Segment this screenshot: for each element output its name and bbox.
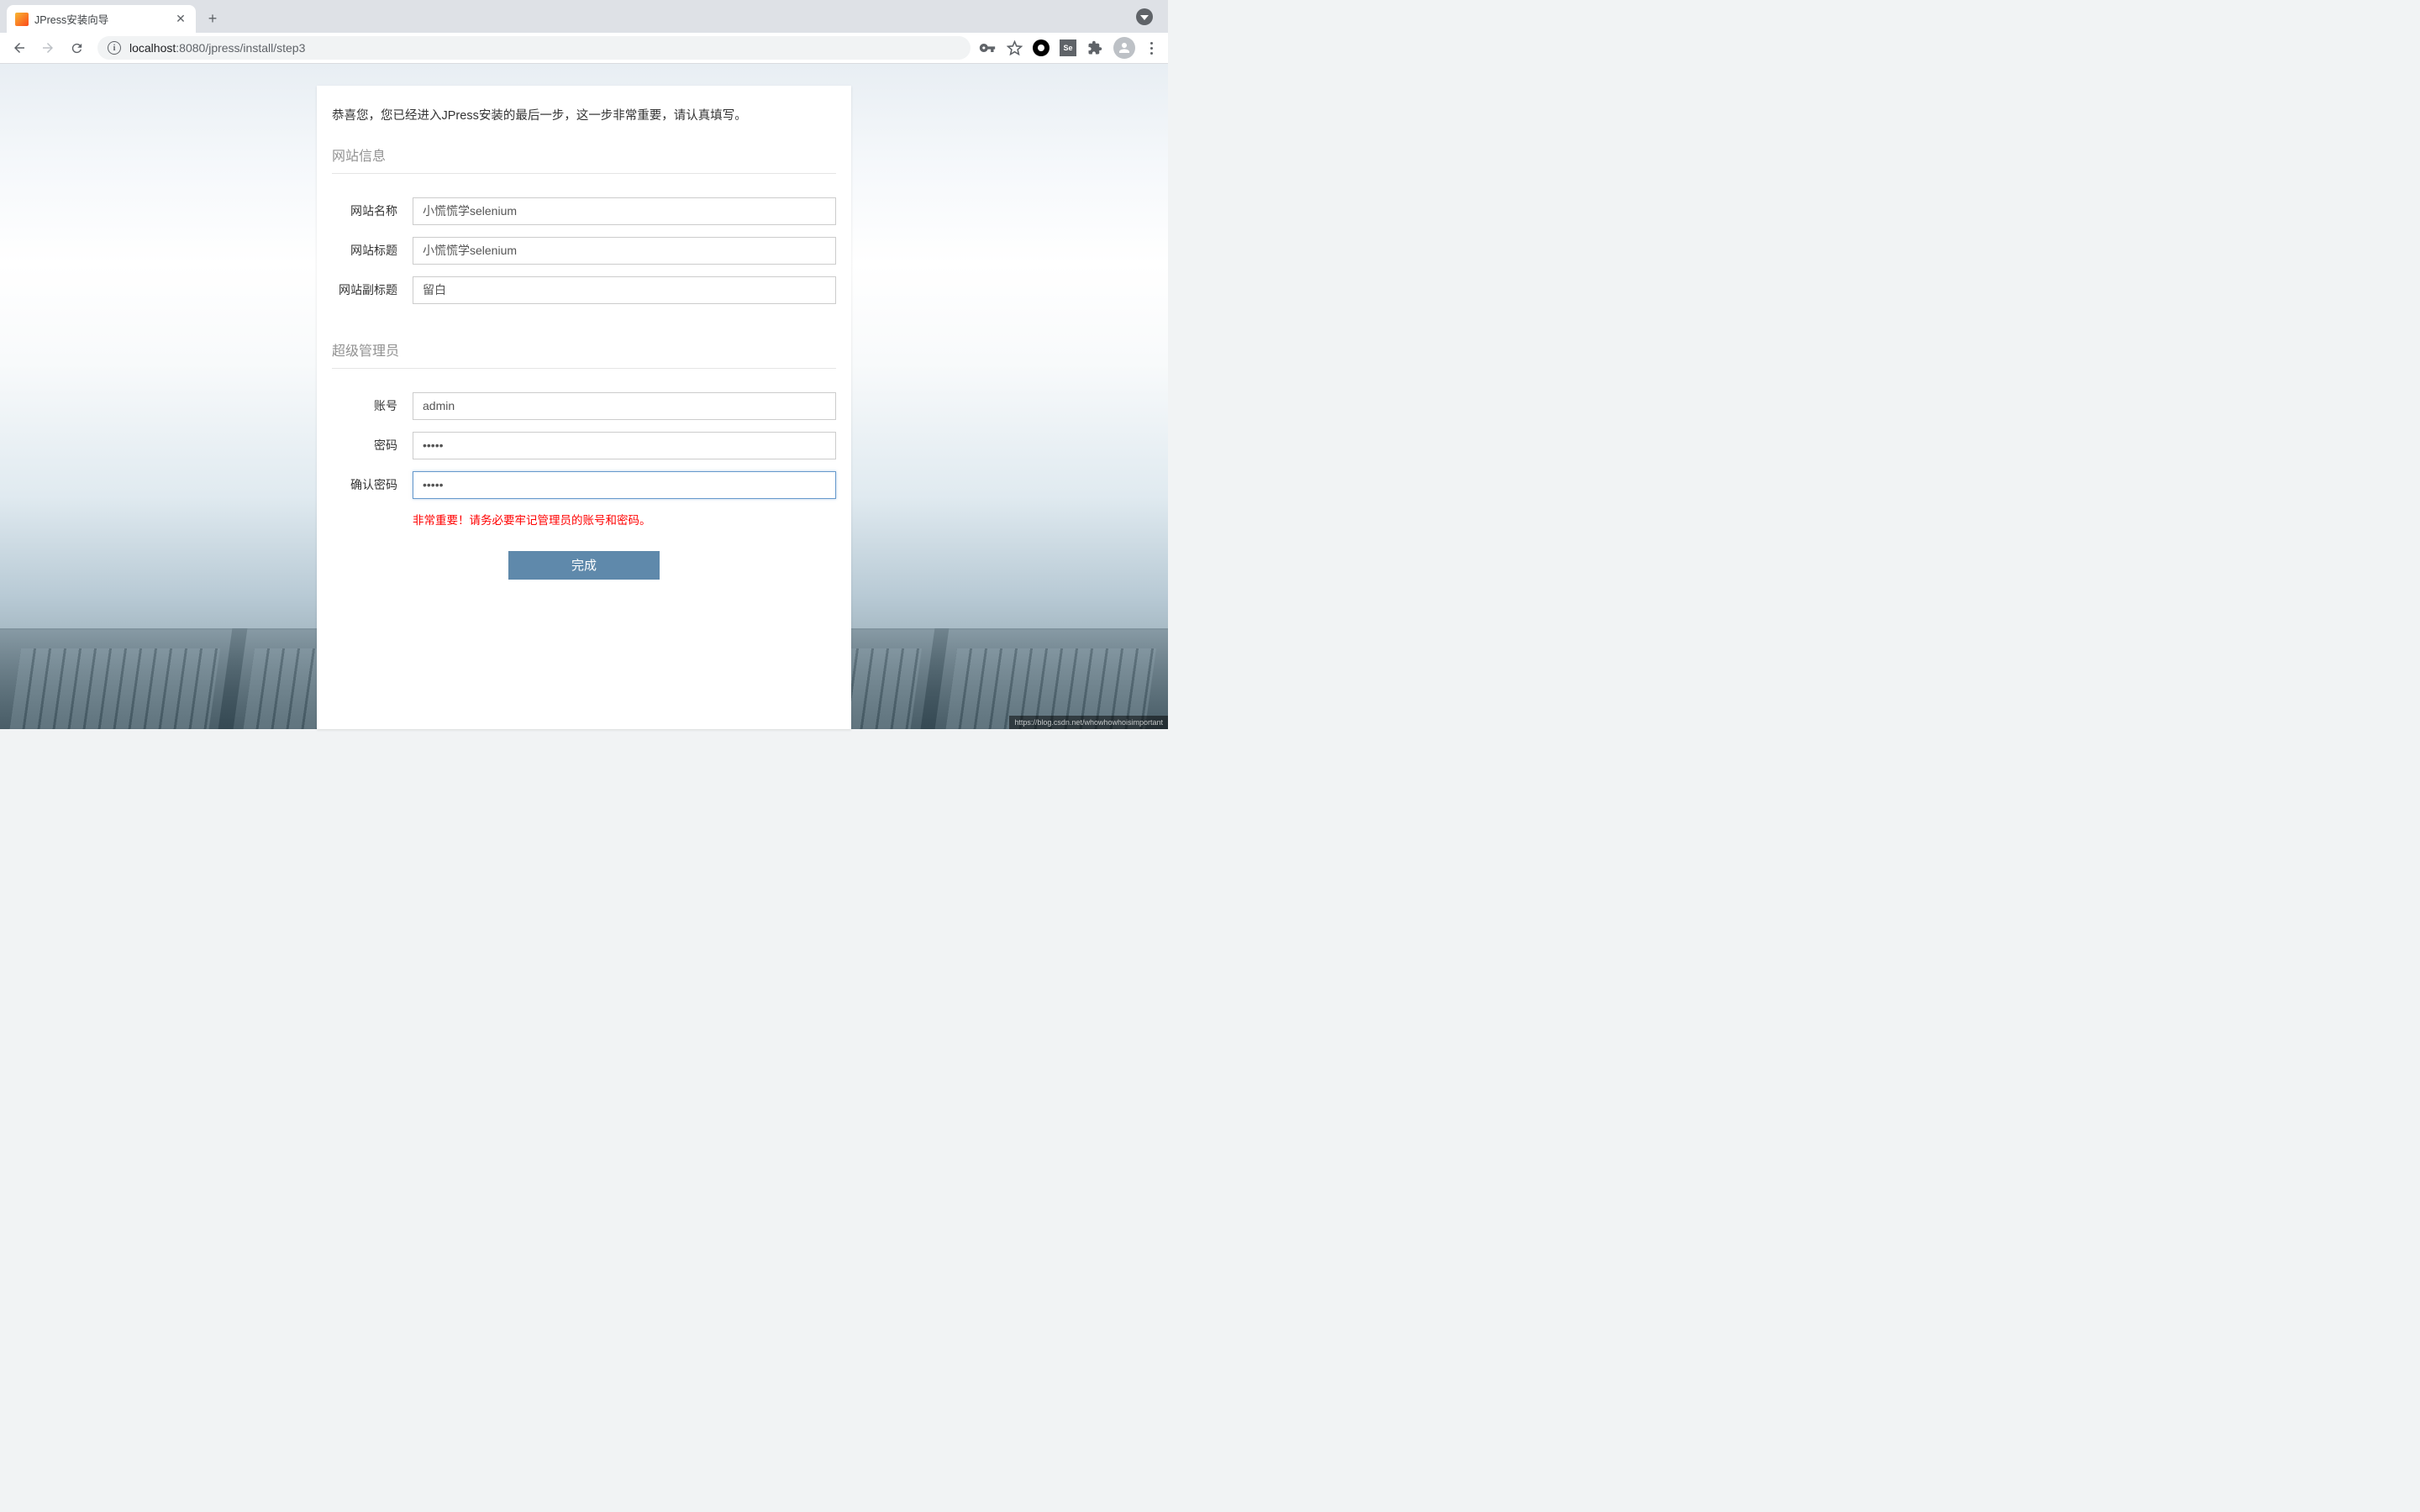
input-confirm-password[interactable] <box>413 471 836 499</box>
new-tab-button[interactable]: + <box>201 7 224 30</box>
tab-strip: JPress安装向导 ✕ + <box>0 0 1168 33</box>
form-row-site-title: 网站标题 <box>332 237 836 265</box>
input-site-title[interactable] <box>413 237 836 265</box>
form-row-site-name: 网站名称 <box>332 197 836 225</box>
extensions-puzzle-icon[interactable] <box>1086 39 1103 56</box>
close-tab-icon[interactable]: ✕ <box>174 13 187 26</box>
tab-title: JPress安装向导 <box>34 11 168 27</box>
bookmark-star-icon[interactable] <box>1006 39 1023 56</box>
warning-message: 非常重要！请务必要牢记管理员的账号和密码。 <box>413 511 836 528</box>
section-site-info: 网站信息 <box>332 144 836 174</box>
label-confirm-password: 确认密码 <box>332 476 397 493</box>
submit-button[interactable]: 完成 <box>508 551 660 580</box>
favicon-icon <box>15 13 29 26</box>
browser-tab[interactable]: JPress安装向导 ✕ <box>7 5 196 33</box>
wizard-intro-text: 恭喜您，您已经进入JPress安装的最后一步，这一步非常重要，请认真填写。 <box>332 108 836 126</box>
url-text: localhost:8080/jpress/install/step3 <box>129 41 305 55</box>
reload-button[interactable] <box>64 35 89 60</box>
label-account: 账号 <box>332 397 397 414</box>
form-row-confirm-password: 确认密码 <box>332 471 836 499</box>
form-row-account: 账号 <box>332 392 836 420</box>
address-bar[interactable]: i localhost:8080/jpress/install/step3 <box>97 36 971 60</box>
back-button[interactable] <box>7 35 32 60</box>
profile-avatar-icon[interactable] <box>1113 37 1135 59</box>
selenium-extension-icon[interactable]: Se <box>1060 39 1076 56</box>
forward-button[interactable] <box>35 35 60 60</box>
label-site-subtitle: 网站副标题 <box>332 281 397 298</box>
form-row-site-subtitle: 网站副标题 <box>332 276 836 304</box>
form-row-password: 密码 <box>332 432 836 459</box>
input-password[interactable] <box>413 432 836 459</box>
input-site-subtitle[interactable] <box>413 276 836 304</box>
extension-circle-icon[interactable] <box>1033 39 1050 56</box>
input-site-name[interactable] <box>413 197 836 225</box>
install-wizard-panel: 恭喜您，您已经进入JPress安装的最后一步，这一步非常重要，请认真填写。 网站… <box>317 86 851 729</box>
section-super-admin: 超级管理员 <box>332 339 836 369</box>
window-minimize-icon[interactable] <box>1136 8 1153 25</box>
input-account[interactable] <box>413 392 836 420</box>
watermark-text: https://blog.csdn.net/whowhowhoisimporta… <box>1009 716 1168 729</box>
page-viewport: 恭喜您，您已经进入JPress安装的最后一步，这一步非常重要，请认真填写。 网站… <box>0 64 1168 729</box>
label-site-name: 网站名称 <box>332 202 397 219</box>
browser-menu-icon[interactable] <box>1145 42 1158 55</box>
label-site-title: 网站标题 <box>332 242 397 259</box>
browser-toolbar: i localhost:8080/jpress/install/step3 Se <box>0 33 1168 64</box>
label-password: 密码 <box>332 437 397 454</box>
site-info-icon[interactable]: i <box>108 41 121 55</box>
password-key-icon[interactable] <box>979 39 996 56</box>
